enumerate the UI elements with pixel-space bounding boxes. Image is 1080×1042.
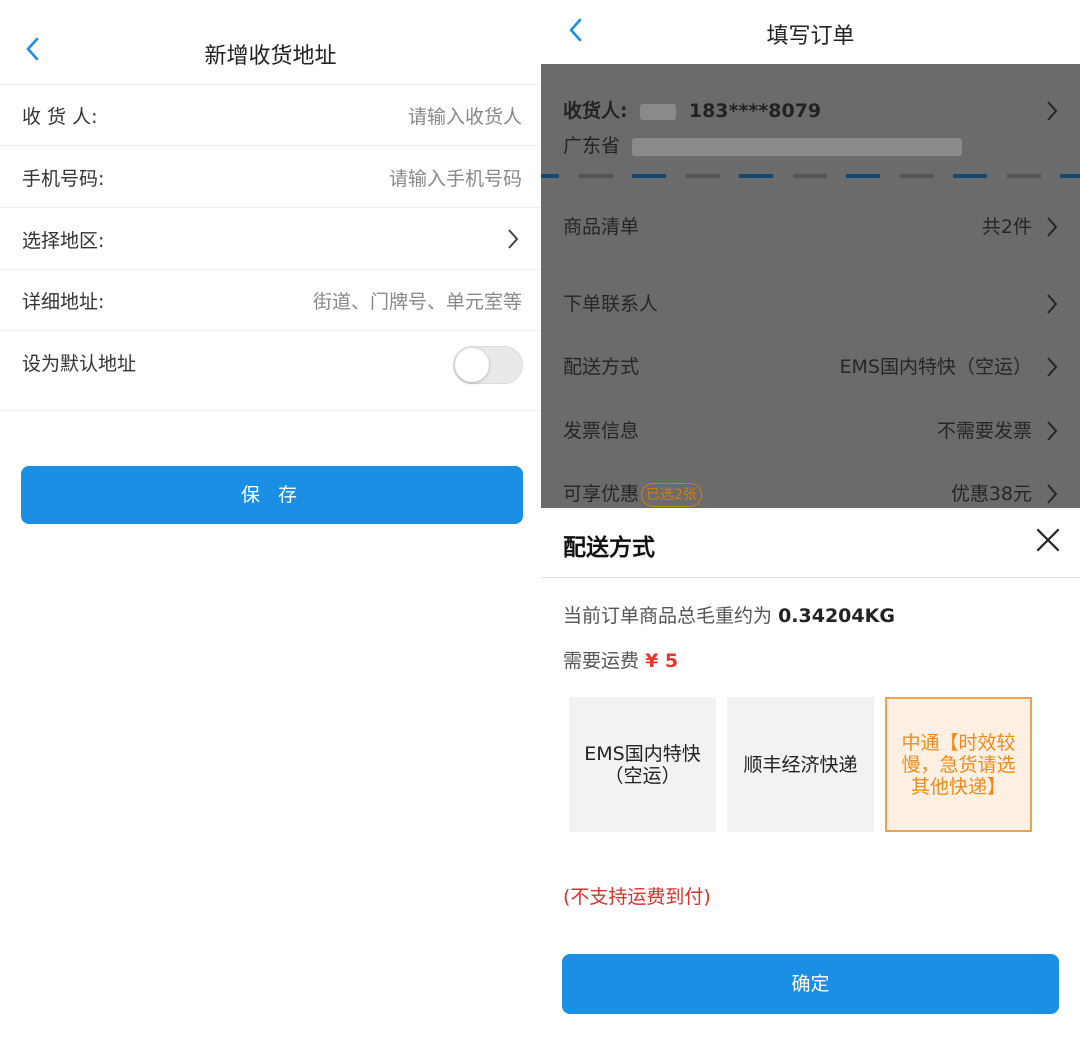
discount-row[interactable]: 可享优惠 已选2张 优惠38元 (541, 467, 1080, 508)
dimmed-order-form: 收货人: 183****8079 广东省 商品清单 共2件 下单联系人 配送方式… (541, 64, 1080, 508)
recipient-label: 收 货 人: (22, 106, 98, 128)
delivery-method-sheet: 配送方式 当前订单商品总毛重约为 0.34204KG 需要运费 ¥ 5 EMS国… (541, 508, 1080, 1042)
detail-address-row[interactable]: 详细地址: 街道、门牌号、单元室等 (0, 269, 541, 331)
delivery-method-row[interactable]: 配送方式 EMS国内特快（空运） (541, 340, 1080, 390)
option-ems[interactable]: EMS国内特快（空运） (569, 697, 716, 832)
detail-address-input[interactable]: 街道、门牌号、单元室等 (313, 287, 522, 314)
option-sf[interactable]: 顺丰经济快递 (727, 697, 874, 832)
close-icon[interactable] (1034, 526, 1062, 554)
discount-value: 优惠38元 (950, 483, 1032, 505)
save-button[interactable]: 保 存 (21, 466, 523, 524)
sheet-title: 配送方式 (563, 535, 655, 561)
order-contact-row[interactable]: 下单联系人 (541, 277, 1080, 327)
new-address-screen: 新增收货地址 收 货 人: 请输入收货人 手机号码: 请输入手机号码 选择地区:… (0, 0, 541, 1042)
sheet-divider (541, 577, 1080, 578)
chevron-right-icon (1047, 421, 1058, 441)
recipient-line: 收货人: 183****8079 (563, 96, 821, 123)
default-address-toggle[interactable] (453, 346, 523, 384)
invoice-label: 发票信息 (563, 420, 640, 442)
weight-value: 0.34204KG (778, 605, 895, 627)
coupon-badge: 已选2张 (641, 482, 702, 507)
phone-label: 手机号码: (22, 168, 105, 190)
goods-list-label: 商品清单 (563, 216, 640, 238)
address-stripe (541, 174, 1080, 180)
invoice-row[interactable]: 发票信息 不需要发票 (541, 404, 1080, 454)
phone-input[interactable]: 请输入手机号码 (389, 164, 522, 191)
right-header: 填写订单 (541, 0, 1080, 64)
recipient-field-row[interactable]: 收 货 人: 请输入收货人 (0, 84, 541, 146)
invoice-value: 不需要发票 (936, 420, 1032, 442)
recipient-input[interactable]: 请输入收货人 (408, 102, 522, 129)
weight-text: 当前订单商品总毛重约为 (563, 605, 773, 627)
option-ems-label: EMS国内特快（空运） (584, 742, 701, 787)
chevron-right-icon (1047, 484, 1058, 504)
chevron-right-icon (1047, 357, 1058, 377)
goods-count: 共2件 (981, 216, 1032, 238)
redacted-name (640, 103, 677, 120)
detail-address-label: 详细地址: (22, 291, 105, 313)
default-address-label: 设为默认地址 (22, 353, 137, 375)
region-label: 选择地区: (22, 230, 105, 252)
left-header: 新增收货地址 (0, 0, 541, 85)
province: 广东省 (563, 135, 621, 157)
weight-line: 当前订单商品总毛重约为 0.34204KG (563, 601, 895, 628)
toggle-knob (455, 348, 489, 382)
recipient-label: 收货人: (563, 100, 628, 122)
no-cod-note: (不支持运费到付) (563, 886, 711, 908)
goods-list-row[interactable]: 商品清单 共2件 (541, 200, 1080, 250)
delivery-method-value: EMS国内特快（空运） (839, 356, 1032, 378)
fill-order-screen: 填写订单 收货人: 183****8079 广东省 商品清单 共2件 下单联系人… (541, 0, 1080, 1042)
option-zto-selected[interactable]: 中通【时效较慢，急货请选其他快递】 (885, 697, 1032, 832)
option-zto-label: 中通【时效较慢，急货请选其他快递】 (901, 731, 1016, 798)
fee-text: 需要运费 (563, 650, 640, 672)
confirm-button[interactable]: 确定 (562, 954, 1059, 1014)
redacted-address (632, 137, 963, 156)
default-address-row: 设为默认地址 (0, 331, 541, 411)
recipient-phone: 183****8079 (688, 100, 822, 122)
order-contact-label: 下单联系人 (563, 293, 659, 315)
chevron-right-icon (1047, 217, 1058, 237)
fee-value: ¥ 5 (645, 650, 679, 672)
page-title: 填写订单 (766, 24, 855, 49)
discount-label: 可享优惠 (563, 483, 640, 505)
discount-label-wrap: 可享优惠 已选2张 (563, 479, 702, 507)
option-sf-label: 顺丰经济快递 (743, 753, 858, 776)
phone-field-row[interactable]: 手机号码: 请输入手机号码 (0, 146, 541, 208)
chevron-right-icon[interactable] (1046, 100, 1058, 122)
page-title: 新增收货地址 (204, 44, 337, 69)
delivery-method-label: 配送方式 (563, 356, 640, 378)
region-select-row[interactable]: 选择地区: (0, 208, 541, 270)
chevron-right-icon (1047, 294, 1058, 314)
chevron-right-icon[interactable] (507, 228, 519, 250)
fee-line: 需要运费 ¥ 5 (563, 646, 678, 673)
address-line: 广东省 (563, 131, 963, 158)
